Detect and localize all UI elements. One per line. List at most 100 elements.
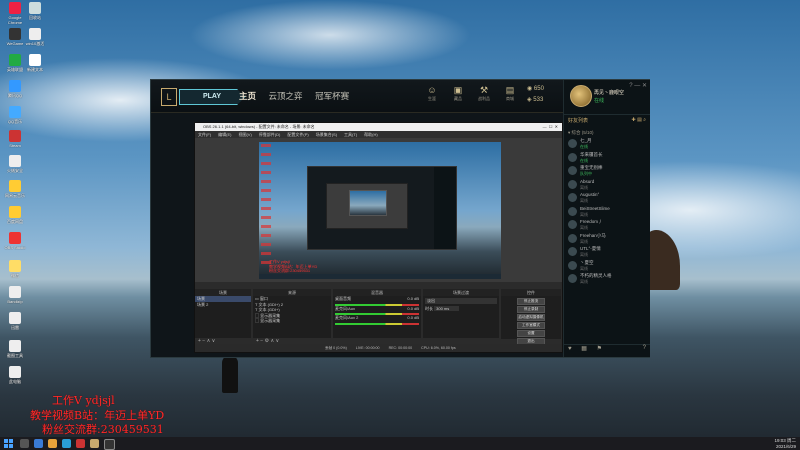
studio-mode-button[interactable]: 工作室模式 [517, 322, 545, 329]
desktop-icon[interactable]: 迅雷 [2, 312, 28, 330]
dropped-frames: 丢帧 0 (0.0%) [325, 346, 347, 350]
file-explorer-icon[interactable] [48, 439, 57, 448]
league-client-icon[interactable] [90, 439, 99, 448]
friend-item[interactable]: Freedom丿 离线 [564, 218, 650, 232]
live-timer: LIVE: 00:00:00 [355, 346, 380, 350]
source-item[interactable]: ▢ 显示器采集 [253, 318, 331, 324]
shop-nav-button[interactable]: ▤ 商城 [497, 84, 523, 102]
wegame-icon[interactable] [76, 439, 85, 448]
desktop-icon[interactable]: 腾讯QQ [2, 80, 28, 98]
desktop-icon[interactable]: 网易云音乐 [2, 180, 28, 198]
obs-window-controls[interactable]: — ☐ ✕ [543, 123, 558, 131]
windows-start-icon[interactable] [4, 439, 13, 448]
tray-time: 19:03 周二 [774, 438, 796, 443]
desktop-icon[interactable]: 微信 [2, 260, 28, 278]
nav-tft[interactable]: 云顶之弈 [269, 91, 303, 101]
desktop-icon[interactable]: 截图工具 [2, 340, 28, 358]
client-window-controls[interactable]: ? — ✕ [629, 82, 647, 89]
stop-recording-button[interactable]: 停止录制 [517, 306, 545, 313]
friend-group-header[interactable]: ▾ 综合 (5/10) [564, 129, 650, 137]
desktop-icon[interactable]: Bandizip [2, 286, 28, 304]
desktop-icon[interactable]: 火绒安全 [2, 155, 28, 173]
rp-amount: 650 [533, 86, 544, 92]
obs-menu-view[interactable]: 视图(V) [238, 132, 251, 137]
league-client-window: L PLAY 主页 云顶之弈 冠军杯赛 ☺ 生涯 ▣ 藏品 ⚒ 战利品 ▤ 商城 ◉ 650 … [150, 79, 650, 358]
play-button[interactable]: PLAY [179, 89, 245, 105]
obs-taskbar-icon[interactable] [104, 439, 115, 450]
obs-menu-edit[interactable]: 编辑(E) [218, 132, 231, 137]
friend-avatar [568, 247, 577, 256]
currency-display[interactable]: ◉ 650 ◈ 533 [527, 84, 544, 106]
transition-duration[interactable]: 时长 300 ms [423, 305, 499, 312]
friend-item[interactable]: BeiStreetSlime 离线 [564, 205, 650, 219]
desktop-icon[interactable]: 此电脑 [2, 366, 28, 384]
friend-item[interactable]: Augustin° 离线 [564, 191, 650, 205]
friend-item[interactable]: Freehan小马 离线 [564, 232, 650, 246]
friend-status: 离线 [580, 225, 588, 230]
friend-item[interactable]: 不朽的精灵人格 离线 [564, 272, 650, 286]
preview-taskbar [259, 274, 501, 279]
friend-item[interactable]: Absurd 离线 [564, 178, 650, 192]
help-icon[interactable]: ? [643, 345, 646, 351]
obs-menu-docks[interactable]: 停靠部件(D) [259, 132, 281, 137]
search-icon[interactable] [20, 439, 29, 448]
desktop-icon[interactable]: 百度网盘 [2, 206, 28, 224]
stop-streaming-button[interactable]: 停止推流 [517, 298, 545, 305]
friend-item[interactable]: 七_月 在线 [564, 137, 650, 151]
profile-panel[interactable]: 再见丶鹿眼空 在线 ? — ✕ [564, 80, 650, 115]
desktop-icon[interactable]: 回收站 [22, 2, 48, 20]
preview-nested-client [307, 166, 457, 250]
task-view-icon[interactable] [34, 439, 43, 448]
scenes-header: 场景 [195, 289, 251, 296]
obs-menu-file[interactable]: 文件(F) [198, 132, 211, 137]
friend-item[interactable]: 重宝无别棒 队列中 [564, 164, 650, 178]
friend-item[interactable]: 华来疆首长 在线 [564, 151, 650, 165]
social-actions-icon[interactable]: ✚ ▤ ⌕ [632, 117, 647, 123]
settings-button[interactable]: 设置 [517, 330, 545, 337]
edge-icon[interactable] [62, 439, 71, 448]
desktop-icon[interactable]: Steam [2, 130, 28, 148]
be-amount: 533 [533, 97, 544, 103]
desktop-icon[interactable]: win10激活 [22, 28, 48, 46]
rp-icon: ◉ [527, 86, 533, 92]
avatar[interactable] [570, 85, 592, 107]
preview-nested-canvas [349, 190, 387, 216]
obs-menu-profile[interactable]: 配置文件(P) [287, 132, 308, 137]
desktop-icon[interactable]: QQ音乐 [2, 106, 28, 124]
transition-select[interactable]: 淡出 [425, 298, 497, 304]
scene-item[interactable]: 场景 2 [195, 302, 251, 308]
friend-avatar [568, 206, 577, 216]
watermark-line-1: 工作V ydjsjl [52, 394, 115, 407]
obs-preview[interactable]: 工作V ydjsjl 教学视频B站：年迈上单YD 粉丝交流群:230459531 [195, 138, 562, 282]
desktop-icon[interactable]: OBS Studio [2, 232, 28, 250]
voice-icon[interactable]: ⚑ [597, 346, 602, 352]
summoner-status[interactable]: 在线 [594, 97, 604, 104]
controls-header: 控件 [501, 289, 561, 296]
lol-logo-icon[interactable]: L [161, 88, 177, 106]
nav-clash[interactable]: 冠军杯赛 [315, 91, 349, 101]
friend-status: 离线 [580, 198, 588, 203]
scenes-list: 场景 场景 2 [195, 296, 251, 338]
friend-item[interactable]: UTL°-夏情 离线 [564, 245, 650, 259]
nav-home[interactable]: 主页 [239, 91, 256, 101]
profile-icon: ☺ [427, 85, 437, 95]
profile-nav-button[interactable]: ☺ 生涯 [419, 84, 445, 102]
chat-icon[interactable]: ♥ [568, 346, 572, 352]
obs-menu-help[interactable]: 帮助(H) [364, 132, 378, 137]
mixer-channel: 麦克风/Aux 0.0 dB [335, 305, 419, 311]
loot-nav-button[interactable]: ⚒ 战利品 [471, 84, 497, 102]
collection-nav-button[interactable]: ▣ 藏品 [445, 84, 471, 102]
system-tray-clock[interactable]: 19:03 周二 2021/6/29 [774, 438, 796, 449]
obs-menu-scene-collection[interactable]: 场景集合(S) [316, 132, 337, 137]
preview-canvas: 工作V ydjsjl 教学视频B站：年迈上单YD 粉丝交流群:230459531 [259, 142, 501, 279]
virtual-camera-button[interactable]: 启动虚拟摄像机 [517, 314, 545, 321]
shop-icon: ▤ [505, 85, 515, 95]
controls-panel: 停止推流 停止录制 启动虚拟摄像机 工作室模式 设置 退出 [501, 296, 561, 345]
friend-avatar [568, 166, 577, 175]
preview-nested-sidebar [434, 167, 456, 249]
desktop-icon[interactable]: 新建文本 [22, 54, 48, 72]
obs-window: OBS 26.1.1 (64-bit, windows) - 配置文件: 未命名… [194, 122, 563, 353]
mission-icon[interactable]: ▦ [581, 346, 587, 352]
friend-item[interactable]: 丶夏空 离线 [564, 259, 650, 273]
obs-menu-tools[interactable]: 工具(T) [344, 132, 357, 137]
